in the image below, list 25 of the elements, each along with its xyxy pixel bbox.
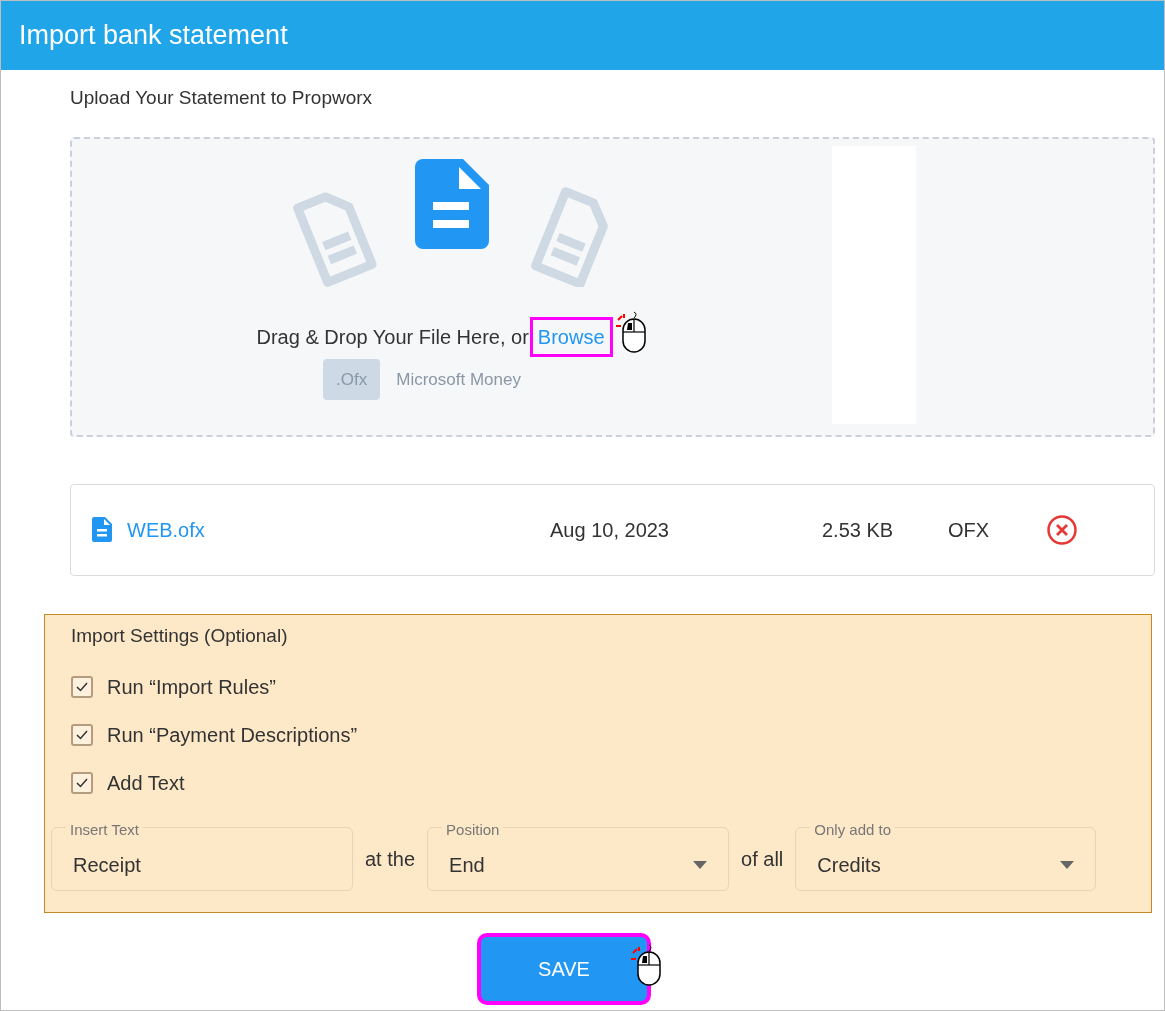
upload-heading: Upload Your Statement to Propworx: [70, 86, 373, 110]
option-label: Add Text: [107, 770, 185, 795]
mouse-click-icon: [613, 309, 648, 354]
option-label: Run “Payment Descriptions”: [107, 722, 358, 747]
file-date: Aug 10, 2023: [550, 517, 670, 543]
document-icon: [415, 158, 489, 249]
option-label: Run “Import Rules”: [107, 674, 276, 699]
drop-zone[interactable]: Drag & Drop Your File Here, or Browse .Ofx Microsoft Money: [70, 136, 1155, 437]
checkbox[interactable]: [71, 723, 93, 746]
dropdown-caret-icon: [693, 860, 708, 869]
file-type: OFX: [948, 517, 991, 543]
joiner-text: of all: [741, 846, 784, 872]
checkbox[interactable]: [71, 771, 93, 794]
remove-icon[interactable]: [1046, 513, 1078, 546]
document-icon: [92, 517, 112, 542]
dropdown-caret-icon: [1060, 860, 1075, 869]
joiner-text: at the: [365, 846, 416, 872]
settings-title: Import Settings (Optional): [71, 624, 288, 647]
mouse-click-icon: [629, 942, 663, 987]
format-name: Microsoft Money: [396, 368, 521, 391]
file-size: 2.53 KB: [822, 517, 895, 543]
drop-prompt: Drag & Drop Your File Here, or: [256, 324, 529, 350]
format-badge: .Ofx: [323, 358, 381, 400]
checkbox[interactable]: [71, 675, 93, 698]
window-title: Import bank statement: [19, 19, 288, 53]
